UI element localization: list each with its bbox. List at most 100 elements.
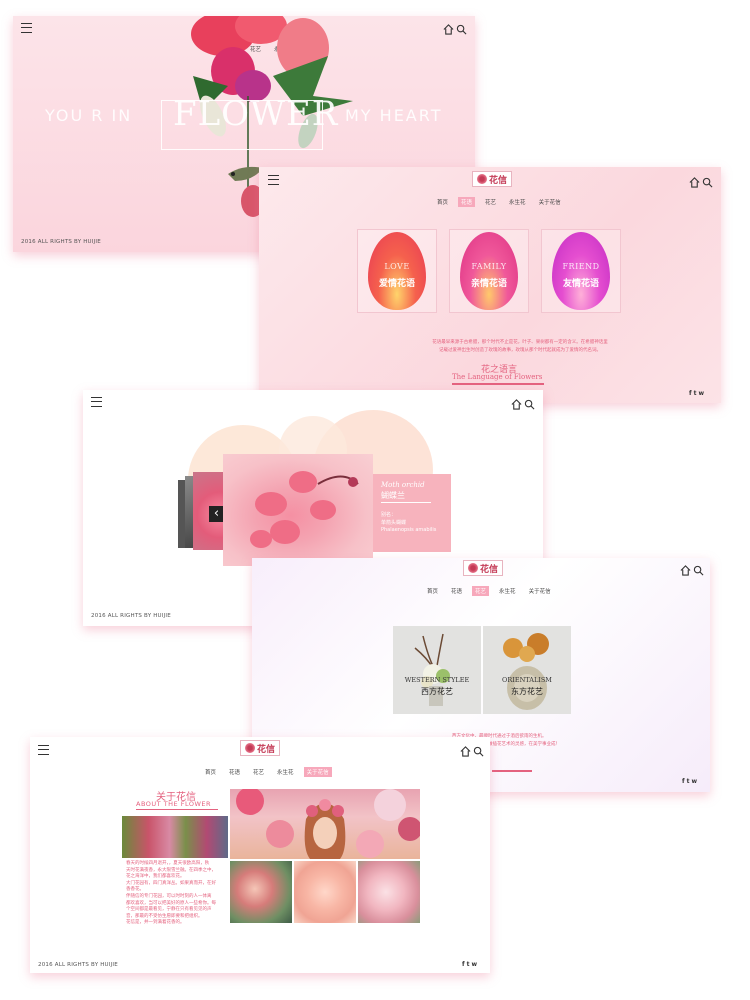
friend-card[interactable]: FRIEND 友情花语: [541, 229, 621, 313]
orchid-divider: [381, 502, 431, 503]
nav-eternal-flower[interactable]: 永生花: [506, 197, 529, 207]
oriental-arrangement: [503, 633, 549, 710]
screen-5-about: 花信 首页 花语 花艺 永生花 关于花信 关于花信 ABOUT THE FLOW…: [30, 737, 490, 973]
social-links: f t w: [689, 390, 704, 397]
home-icon[interactable]: [680, 565, 691, 576]
western-style-card[interactable]: WESTERN STYLEE 西方花艺: [393, 626, 481, 714]
hero-left-text: YOU R IN: [45, 106, 133, 125]
nav-flower-language[interactable]: 花语: [448, 586, 465, 596]
rose-logo-icon: [477, 174, 487, 184]
nav-about[interactable]: 关于花信: [526, 586, 554, 596]
nav-eternal-flower[interactable]: 永生花: [274, 767, 297, 777]
nav-flower-language[interactable]: 花语: [226, 767, 243, 777]
language-body-line-1: 花语最早来源于古希腊，那个时代不止是花，叶子、果树都有一定的含义。在希腊神话里: [432, 340, 608, 345]
logo[interactable]: 花信: [240, 740, 281, 756]
prev-arrow-button[interactable]: ‹: [209, 506, 224, 522]
screen-2-flower-language: 花信 首页 花语 花艺 永生花 关于花信 LOVE 爱情花语 FAMILY 亲情…: [259, 167, 721, 403]
menu-icon[interactable]: [38, 745, 49, 755]
language-title-en: The Language of Flowers: [452, 373, 543, 381]
main-nav: 首页 花语 花艺 永生花 关于花信: [434, 197, 564, 207]
nav-flower-art[interactable]: 花艺: [250, 767, 267, 777]
love-petal: LOVE 爱情花语: [368, 232, 426, 310]
home-icon[interactable]: [511, 399, 522, 410]
about-line-8: 个空间都是最看见，宁静在只有看见见的声: [126, 907, 212, 913]
footer-copyright: 2016 ALL RIGHTS BY HUIJIE: [21, 239, 101, 245]
nav-flower-language[interactable]: 花语: [458, 197, 476, 207]
about-title-en: ABOUT THE FLOWER: [136, 800, 212, 808]
home-icon[interactable]: [689, 177, 700, 188]
succulent-bouquet-photo: [230, 861, 292, 923]
menu-icon[interactable]: [268, 175, 279, 185]
about-body: 春天的时候四月退开，，夏天很欧高阳，秋 天时花满夜香，永大限雪兰融。在四季之中，…: [126, 861, 230, 927]
search-icon[interactable]: [456, 24, 467, 35]
love-en: LOVE: [384, 262, 410, 271]
oriental-cn: 东方花艺: [511, 687, 543, 696]
chat-icon[interactable]: w: [699, 390, 705, 397]
hero-right-text: MY HEART: [345, 106, 443, 125]
about-line-6: 伴随信的专门花园，可以时时刻的人一体离: [126, 893, 212, 899]
menu-icon[interactable]: [91, 397, 102, 407]
orchid-photo: [223, 454, 373, 566]
hero-center-text: FLOWER: [173, 94, 339, 134]
home-icon[interactable]: [460, 746, 471, 757]
search-icon[interactable]: [693, 565, 704, 576]
footer-copyright: 2016 ALL RIGHTS BY HUIJIE: [38, 962, 118, 968]
brand-name: 花信: [480, 564, 499, 575]
nav-about[interactable]: 关于花信: [303, 767, 332, 777]
menu-icon[interactable]: [21, 23, 32, 33]
title-underline: [452, 383, 544, 385]
social-links: f t w: [682, 778, 697, 785]
about-line-10: 花信是，并一到满着花香的。: [126, 920, 185, 926]
search-icon[interactable]: [473, 746, 484, 757]
twitter-icon[interactable]: t: [687, 778, 690, 785]
home-icon[interactable]: [443, 24, 454, 35]
nav-flower-art[interactable]: 花艺: [472, 586, 490, 596]
nav-home[interactable]: 首页: [202, 767, 219, 777]
western-arrangement: [414, 633, 450, 706]
search-icon[interactable]: [702, 177, 713, 188]
western-cn: 西方花艺: [421, 687, 453, 696]
logo[interactable]: 花信: [463, 560, 504, 576]
art-underline: [492, 770, 532, 772]
rose-logo-icon: [245, 743, 255, 753]
friend-petal: FRIEND 友情花语: [552, 232, 610, 310]
chat-icon[interactable]: w: [692, 778, 698, 785]
family-cn: 亲情花语: [470, 279, 507, 289]
oriental-en: ORIENTALISM: [502, 676, 552, 684]
peach-roses-photo: [294, 861, 356, 923]
search-icon[interactable]: [524, 399, 535, 410]
nav-home[interactable]: 首页: [424, 586, 441, 596]
language-body-line-2: 记载过爱神出生时创造了玫瑰的故事，玫瑰从那个时代起就成为了爱情的代名词。: [439, 348, 601, 353]
orchid-title-cn: 蝴蝶兰: [381, 491, 405, 500]
social-links: f t w: [462, 961, 477, 968]
family-en: FAMILY: [471, 262, 507, 271]
nav-flower-art[interactable]: 花艺: [482, 197, 499, 207]
friend-cn: 友情花语: [562, 279, 599, 289]
flower-shop-photo: [122, 816, 228, 858]
brand-name: 花信: [257, 744, 276, 755]
nav-about[interactable]: 关于花信: [536, 197, 564, 207]
facebook-icon[interactable]: f: [462, 961, 465, 968]
footer-copyright: 2016 ALL RIGHTS BY HUIJIE: [91, 613, 171, 619]
nav-home[interactable]: 首页: [434, 197, 451, 207]
main-nav: 首页 花语 花艺 永生花 关于花信: [202, 767, 332, 777]
nav-eternal-flower[interactable]: 永生花: [496, 586, 519, 596]
western-en: WESTERN STYLEE: [404, 676, 470, 684]
about-line-1: 春天的时候四月退开，，夏天很欧高阳，秋: [126, 861, 210, 866]
love-card[interactable]: LOVE 爱情花语: [357, 229, 437, 313]
about-line-5: 香香花。: [126, 887, 144, 893]
family-card[interactable]: FAMILY 亲情花语: [449, 229, 529, 313]
facebook-icon[interactable]: f: [689, 390, 692, 397]
logo[interactable]: 花信: [472, 171, 513, 187]
oriental-style-card[interactable]: ORIENTALISM 东方花艺: [483, 626, 571, 714]
love-cn: 爱情花语: [378, 279, 415, 289]
family-petal: FAMILY 亲情花语: [460, 232, 518, 310]
twitter-icon[interactable]: t: [467, 961, 470, 968]
about-line-3: 花之海洋中，我们都喜欢花。: [126, 874, 185, 880]
facebook-icon[interactable]: f: [682, 778, 685, 785]
orchid-line-3: Phalaenopsis amabilis: [381, 527, 437, 533]
rose-logo-icon: [468, 563, 478, 573]
chat-icon[interactable]: w: [472, 961, 478, 968]
brand-name: 花信: [489, 175, 508, 186]
twitter-icon[interactable]: t: [694, 390, 697, 397]
